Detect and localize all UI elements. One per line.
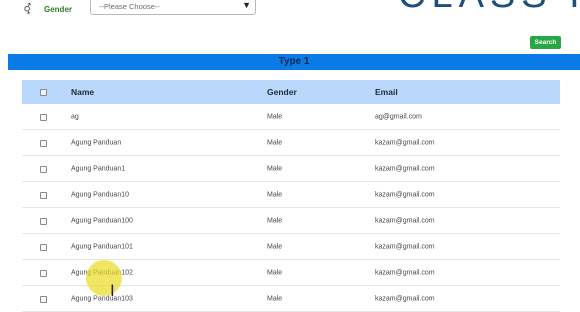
row-email: kazam@gmail.com: [375, 191, 435, 198]
row-name: Agung Panduan101: [71, 243, 133, 250]
gender-select[interactable]: --Please Choose-- ▼: [90, 0, 256, 15]
row-name: Agung Panduan10: [71, 191, 129, 198]
type-title-bar: Type 1: [8, 54, 580, 70]
table-row: Agung Panduan101 Male kazam@gmail.com: [22, 234, 560, 260]
row-checkbox[interactable]: [40, 191, 47, 199]
row-email: kazam@gmail.com: [375, 165, 435, 172]
row-gender: Male: [267, 269, 283, 276]
row-gender: Male: [267, 139, 283, 146]
row-gender: Male: [267, 217, 283, 224]
row-email: kazam@gmail.com: [375, 139, 435, 146]
row-email: kazam@gmail.com: [375, 217, 435, 224]
table-row: Agung Panduan103 Male kazam@gmail.com: [22, 286, 560, 312]
table-row: Agung Panduan100 Male kazam@gmail.com: [22, 208, 560, 234]
row-checkbox[interactable]: [40, 269, 47, 277]
row-name: Agung Panduan102: [71, 269, 133, 276]
table-row: ag Male ag@gmail.com: [22, 104, 560, 130]
table-row: Agung Panduan102 Male kazam@gmail.com: [22, 260, 560, 286]
row-gender: Male: [267, 165, 283, 172]
table-header-row: Name Gender Email: [22, 80, 560, 104]
row-gender: Male: [267, 191, 283, 198]
table-row: Agung Panduan Male kazam@gmail.com: [22, 130, 560, 156]
row-name: Agung Panduan103: [71, 295, 133, 302]
row-email: kazam@gmail.com: [375, 243, 435, 250]
row-checkbox[interactable]: [40, 217, 47, 225]
row-checkbox[interactable]: [40, 243, 47, 251]
row-email: kazam@gmail.com: [375, 269, 435, 276]
column-header-gender: Gender: [267, 87, 297, 97]
table-row: Agung Panduan10 Male kazam@gmail.com: [22, 182, 560, 208]
row-email: ag@gmail.com: [375, 113, 422, 120]
gender-select-value: --Please Choose--: [99, 2, 160, 11]
row-gender: Male: [267, 295, 283, 302]
users-table: Name Gender Email ag Male ag@gmail.com A…: [22, 80, 560, 312]
row-name: ag: [71, 113, 79, 120]
column-header-email: Email: [375, 87, 398, 97]
select-all-checkbox[interactable]: [40, 89, 47, 96]
gender-filter: ⚥ Gender: [22, 0, 73, 18]
row-gender: Male: [267, 243, 283, 250]
row-name: Agung Panduan: [71, 139, 122, 146]
row-email: kazam@gmail.com: [375, 295, 435, 302]
row-checkbox[interactable]: [40, 165, 47, 173]
row-gender: Male: [267, 113, 283, 120]
table-row: Agung Panduan1 Male kazam@gmail.com: [22, 156, 560, 182]
gender-icon: ⚥: [22, 3, 35, 17]
brand-logo: CLASS I: [398, 0, 580, 17]
row-name: Agung Panduan1: [71, 165, 126, 172]
row-checkbox[interactable]: [40, 295, 47, 303]
row-checkbox[interactable]: [40, 139, 47, 147]
row-name: Agung Panduan100: [71, 217, 133, 224]
column-header-name: Name: [71, 87, 95, 97]
chevron-down-icon: ▼: [242, 0, 251, 10]
row-checkbox[interactable]: [40, 113, 47, 121]
gender-label: Gender: [44, 4, 73, 14]
search-button[interactable]: Search: [530, 36, 561, 49]
